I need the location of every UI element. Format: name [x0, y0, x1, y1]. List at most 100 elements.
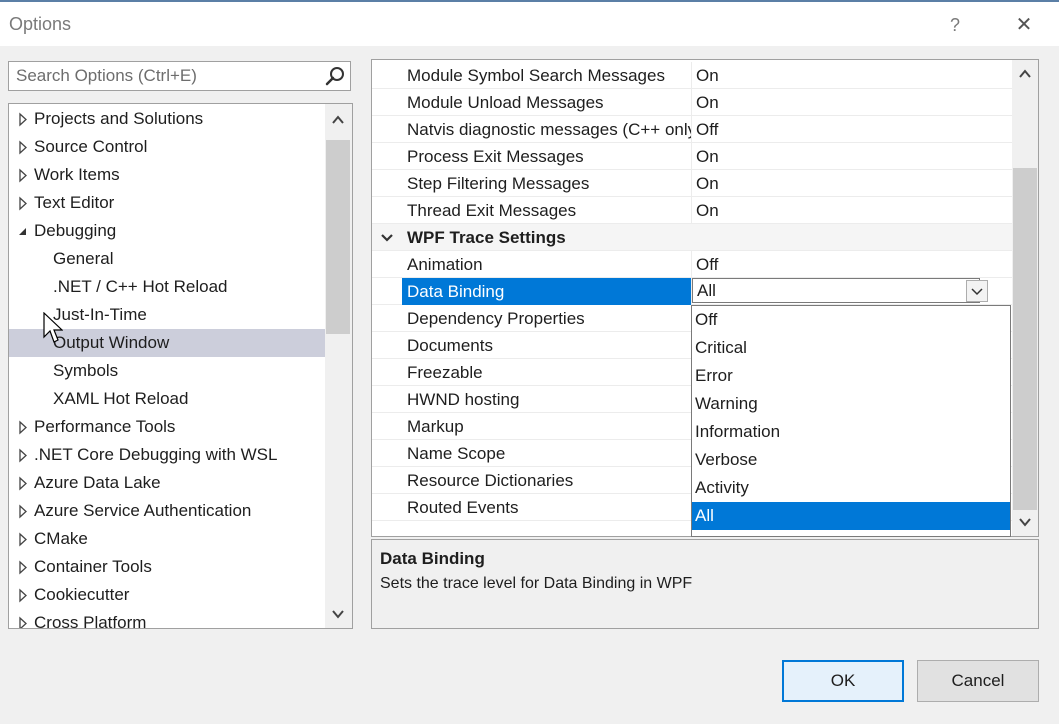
tree-item-source-control[interactable]: Source Control [9, 133, 325, 161]
property-value[interactable]: All [692, 278, 980, 303]
property-value: On [696, 174, 719, 193]
description-title: Data Binding [380, 549, 485, 568]
tree-item-performance-tools[interactable]: Performance Tools [9, 413, 325, 441]
tree-item-azure-data-lake[interactable]: Azure Data Lake [9, 469, 325, 497]
tree-item-label: Source Control [34, 137, 148, 156]
property-name: Routed Events [407, 498, 519, 517]
tree-scrollbar[interactable] [325, 104, 352, 628]
tree-item-label: XAML Hot Reload [53, 389, 189, 408]
dropdown-option-warning[interactable]: Warning [692, 390, 1010, 418]
property-name: Documents [407, 336, 493, 355]
column-divider [691, 170, 692, 197]
tree-item-label: Azure Service Authentication [34, 501, 252, 520]
collapsed-arrow-icon[interactable] [17, 161, 29, 189]
property-row-natvis-diagnostic-messages-c-only[interactable]: Natvis diagnostic messages (C++ only) Off [372, 116, 1012, 143]
collapsed-arrow-icon[interactable] [17, 525, 29, 553]
property-row-data-binding[interactable]: Data Binding All [372, 278, 1012, 305]
expanded-arrow-icon[interactable] [17, 217, 29, 245]
dropdown-option-off[interactable]: Off [692, 306, 1010, 334]
dropdown-option-all[interactable]: All [692, 502, 1010, 530]
tree-item-cross-platform[interactable]: Cross Platform [9, 609, 325, 629]
tree-item-text-editor[interactable]: Text Editor [9, 189, 325, 217]
collapsed-arrow-icon[interactable] [17, 413, 29, 441]
tree-item-label: Cross Platform [34, 613, 147, 629]
tree-item-container-tools[interactable]: Container Tools [9, 553, 325, 581]
property-name: Resource Dictionaries [407, 471, 574, 490]
dropdown-option-error[interactable]: Error [692, 362, 1010, 390]
column-divider [691, 116, 692, 143]
tree-item-general[interactable]: General [9, 245, 325, 273]
tree-item-label: Debugging [34, 221, 117, 240]
collapsed-arrow-icon[interactable] [17, 469, 29, 497]
property-row-animation[interactable]: Animation Off [372, 251, 1012, 278]
grid-scrollbar[interactable] [1012, 60, 1038, 536]
help-button[interactable]: ? [940, 10, 970, 40]
tree-item-cmake[interactable]: CMake [9, 525, 325, 553]
section-header-wpf-trace-settings[interactable]: WPF Trace Settings [372, 224, 1012, 251]
tree-item-label: Output Window [53, 333, 170, 352]
search-icon[interactable] [324, 65, 346, 87]
property-name: Freezable [407, 363, 483, 382]
tree-item-debugging[interactable]: Debugging [9, 217, 325, 245]
tree-item-label: CMake [34, 529, 88, 548]
tree-item-net-c-hot-reload[interactable]: .NET / C++ Hot Reload [9, 273, 325, 301]
grid-scroll-thumb[interactable] [1013, 168, 1037, 510]
collapsed-arrow-icon[interactable] [17, 441, 29, 469]
options-tree[interactable]: Projects and Solutions Source Control Work… [8, 103, 353, 629]
description-panel: Data Binding Sets the trace level for Da… [371, 539, 1039, 629]
property-name: Animation [407, 255, 483, 274]
property-row-step-filtering-messages[interactable]: Step Filtering Messages On [372, 170, 1012, 197]
property-value: Off [696, 255, 719, 274]
property-row-process-exit-messages[interactable]: Process Exit Messages On [372, 143, 1012, 170]
search-box[interactable] [8, 61, 351, 91]
tree-item-azure-service-authentication[interactable]: Azure Service Authentication [9, 497, 325, 525]
collapsed-arrow-icon[interactable] [17, 105, 29, 133]
collapsed-arrow-icon[interactable] [17, 133, 29, 161]
trace-level-dropdown-list[interactable]: Off Critical Error Warning Information Verbos… [691, 305, 1011, 537]
cancel-button[interactable]: Cancel [917, 660, 1039, 702]
property-row-module-symbol-search-messages[interactable]: Module Symbol Search Messages On [372, 62, 1012, 89]
tree-item-label: Projects and Solutions [34, 109, 204, 128]
property-name: Name Scope [407, 444, 506, 463]
property-name: HWND hosting [407, 390, 520, 409]
tree-scroll-thumb[interactable] [326, 140, 350, 334]
tree-item-label: Work Items [34, 165, 120, 184]
search-input[interactable] [9, 62, 316, 90]
window-title: Options [9, 14, 72, 34]
dropdown-option-activity[interactable]: Activity [692, 474, 1010, 502]
tree-item-label: General [53, 249, 114, 268]
scroll-up-icon[interactable] [1017, 66, 1033, 82]
collapsed-arrow-icon[interactable] [17, 497, 29, 525]
tree-item-work-items[interactable]: Work Items [9, 161, 325, 189]
tree-item-cookiecutter[interactable]: Cookiecutter [9, 581, 325, 609]
dropdown-toggle-button[interactable] [966, 280, 988, 302]
collapsed-arrow-icon[interactable] [17, 581, 29, 609]
property-name: Step Filtering Messages [407, 174, 590, 193]
close-button[interactable]: ✕ [1008, 10, 1040, 40]
tree-item-projects-and-solutions[interactable]: Projects and Solutions [9, 105, 325, 133]
collapsed-arrow-icon[interactable] [17, 189, 29, 217]
property-name: Process Exit Messages [407, 147, 584, 166]
tree-item-xaml-hot-reload[interactable]: XAML Hot Reload [9, 385, 325, 413]
tree-item-symbols[interactable]: Symbols [9, 357, 325, 385]
scroll-down-icon[interactable] [330, 606, 346, 622]
property-value: On [696, 201, 719, 220]
dropdown-option-verbose[interactable]: Verbose [692, 446, 1010, 474]
collapsed-arrow-icon[interactable] [17, 553, 29, 581]
tree-item-label: Just-In-Time [53, 305, 147, 324]
tree-item-net-core-debugging-with-wsl[interactable]: .NET Core Debugging with WSL [9, 441, 325, 469]
collapsed-arrow-icon[interactable] [17, 609, 29, 629]
scroll-up-icon[interactable] [330, 112, 346, 128]
dropdown-option-critical[interactable]: Critical [692, 334, 1010, 362]
property-name: Data Binding [402, 278, 691, 305]
chevron-down-icon[interactable] [379, 230, 395, 246]
property-row-thread-exit-messages[interactable]: Thread Exit Messages On [372, 197, 1012, 224]
property-row-module-unload-messages[interactable]: Module Unload Messages On [372, 89, 1012, 116]
tree-item-label: Container Tools [34, 557, 152, 576]
tree-item-label: Performance Tools [34, 417, 176, 436]
property-name: Module Unload Messages [407, 93, 604, 112]
scroll-down-icon[interactable] [1017, 514, 1033, 530]
ok-button[interactable]: OK [782, 660, 904, 702]
chevron-down-icon[interactable] [967, 281, 987, 301]
dropdown-option-information[interactable]: Information [692, 418, 1010, 446]
